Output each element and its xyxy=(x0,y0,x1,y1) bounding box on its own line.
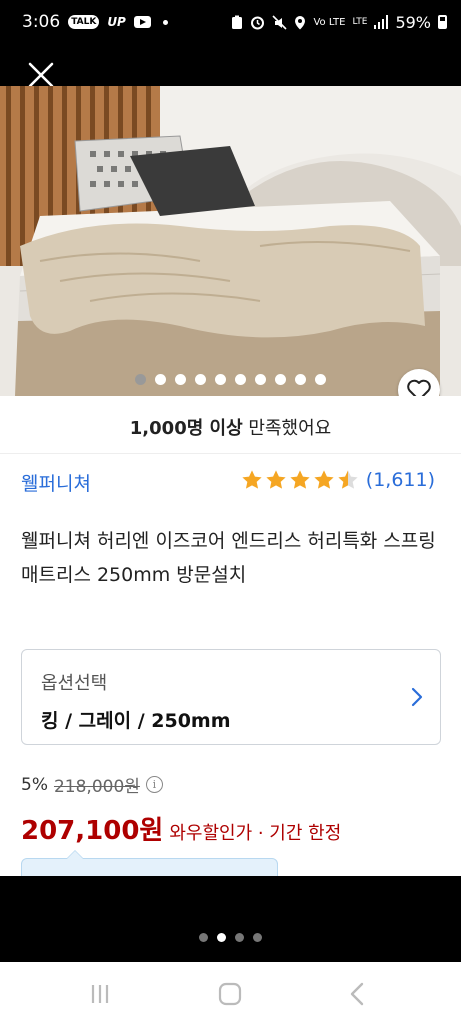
product-title: 웰퍼니쳐 허리엔 이즈코어 엔드리스 허리특화 스프링 매트리스 250mm 방… xyxy=(21,530,436,586)
carousel-dot[interactable] xyxy=(235,374,246,385)
info-icon[interactable]: i xyxy=(145,776,163,793)
original-price: 218,000원 xyxy=(53,777,140,797)
option-label: 옵션선택 xyxy=(41,673,108,694)
recent-apps-icon xyxy=(91,985,109,1003)
star-half-icon xyxy=(338,470,358,489)
page-indicator xyxy=(0,933,461,942)
carousel-dot[interactable] xyxy=(295,374,306,385)
option-value: 킹 / 그레이 / 250mm xyxy=(41,710,231,732)
recent-apps-button[interactable] xyxy=(86,980,114,1008)
clipboard-icon xyxy=(231,15,243,30)
sale-price: 207,100원 xyxy=(21,816,164,846)
page-dot[interactable] xyxy=(235,933,244,942)
coupon-tooltip xyxy=(21,850,278,876)
volte-icon: Vo LTE xyxy=(313,16,346,28)
brand-link[interactable]: 웰퍼니쳐 xyxy=(21,469,91,496)
up-notification-icon: UP xyxy=(107,15,126,29)
talk-notification-icon: TALK xyxy=(68,15,100,29)
status-bar: 3:06 TALK UP Vo LTE LTE 59% xyxy=(0,0,461,44)
mattress-photo xyxy=(0,86,461,396)
alarm-icon xyxy=(250,15,265,30)
network-type-icon: LTE xyxy=(352,16,368,27)
rating-count: (1,611) xyxy=(365,469,435,491)
page-dot[interactable] xyxy=(217,933,226,942)
more-notifications-icon xyxy=(162,19,168,25)
discount-row: 5% 218,000원 i xyxy=(21,772,163,797)
carousel-dot[interactable] xyxy=(255,374,266,385)
carousel-dot[interactable] xyxy=(195,374,206,385)
carousel-dot[interactable] xyxy=(175,374,186,385)
price-note: 와우할인가 · 기간 한정 xyxy=(169,823,342,844)
star-full-icon xyxy=(242,470,262,489)
signal-icon xyxy=(374,15,389,29)
top-bar xyxy=(0,44,461,88)
star-full-icon xyxy=(290,470,310,489)
carousel-dot[interactable] xyxy=(215,374,226,385)
star-full-icon xyxy=(266,470,286,489)
system-nav-bar xyxy=(0,962,461,1024)
bottom-area xyxy=(0,876,461,962)
rating-summary[interactable]: (1,611) xyxy=(241,469,435,491)
discount-percent: 5% xyxy=(21,774,48,795)
carousel-dot[interactable] xyxy=(315,374,326,385)
satisfaction-text: 1,000명 이상 만족했어요 xyxy=(0,414,461,440)
carousel-dot[interactable] xyxy=(275,374,286,385)
satisfaction-label: 만족했어요 xyxy=(242,418,332,439)
home-icon xyxy=(218,982,242,1006)
location-icon xyxy=(294,15,306,30)
divider xyxy=(0,453,461,454)
status-time: 3:06 xyxy=(22,12,61,32)
back-icon xyxy=(350,982,364,1006)
product-image-carousel[interactable] xyxy=(0,86,461,396)
option-selector[interactable]: 옵션선택 킹 / 그레이 / 250mm xyxy=(21,649,441,745)
battery-percent: 59% xyxy=(395,12,431,32)
carousel-dot[interactable] xyxy=(135,374,146,385)
page-dot[interactable] xyxy=(199,933,208,942)
youtube-icon xyxy=(133,16,151,28)
chevron-right-icon xyxy=(411,687,423,707)
satisfaction-count: 1,000명 이상 xyxy=(129,418,243,439)
carousel-indicator xyxy=(0,374,461,385)
carousel-dot[interactable] xyxy=(155,374,166,385)
page-dot[interactable] xyxy=(253,933,262,942)
star-full-icon xyxy=(314,470,334,489)
home-button[interactable] xyxy=(216,980,244,1008)
battery-icon xyxy=(438,15,447,29)
mute-icon xyxy=(272,14,288,30)
product-info: 1,000명 이상 만족했어요 웰퍼니쳐 (1,611) 웰퍼니쳐 허리엔 이즈… xyxy=(0,396,461,876)
back-button[interactable] xyxy=(344,980,372,1008)
price-row: 207,100원 와우할인가 · 기간 한정 xyxy=(21,810,341,847)
